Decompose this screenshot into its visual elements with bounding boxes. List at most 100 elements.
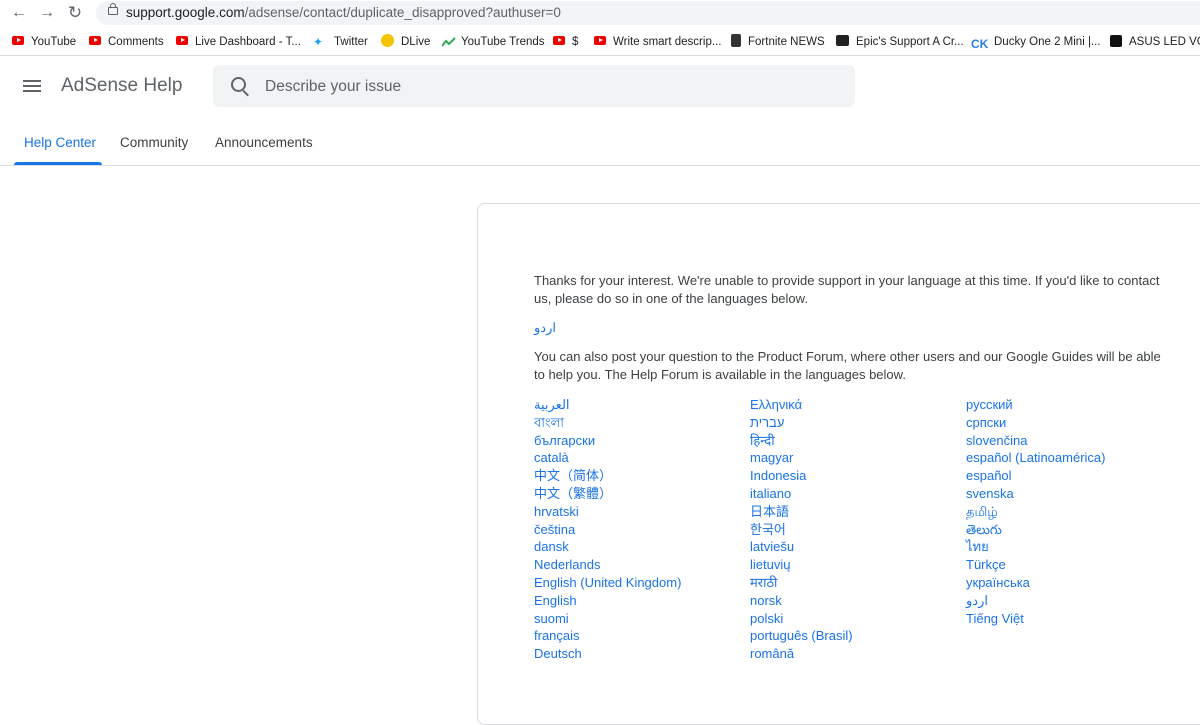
bookmark-item[interactable]: Fortnite NEWS xyxy=(731,34,825,50)
ducky-icon: CK xyxy=(971,37,989,52)
forward-arrow-icon[interactable]: → xyxy=(38,4,56,22)
bookmark-item[interactable]: YouTube Trends xyxy=(441,34,545,50)
url-field[interactable]: support.google.com/adsense/contact/dupli… xyxy=(96,1,1200,25)
language-link[interactable]: français xyxy=(534,627,681,645)
lock-icon xyxy=(108,3,118,15)
bookmark-item[interactable]: ASUS LED VG2 xyxy=(1110,34,1200,50)
active-tab-indicator xyxy=(14,162,102,165)
language-link[interactable]: हिन्दी xyxy=(750,432,853,450)
language-link[interactable]: 中文（繁體） xyxy=(534,485,681,503)
language-link[interactable]: português (Brasil) xyxy=(750,627,853,645)
bookmark-label: Live Dashboard - T... xyxy=(195,36,301,48)
language-link[interactable]: Türkçe xyxy=(966,556,1105,574)
language-link[interactable]: Deutsch xyxy=(534,645,681,663)
tab-community[interactable]: Community xyxy=(120,135,188,150)
language-link[interactable]: italiano xyxy=(750,485,853,503)
menu-icon[interactable] xyxy=(23,80,41,92)
bookmark-item[interactable]: ✦ Twitter xyxy=(313,34,368,50)
language-link[interactable]: עברית xyxy=(750,414,853,432)
youtube-icon xyxy=(176,36,188,46)
language-link[interactable]: Nederlands xyxy=(534,556,681,574)
language-link[interactable]: ไทย xyxy=(966,538,1105,556)
language-link[interactable]: español xyxy=(966,467,1105,485)
language-link[interactable]: català xyxy=(534,449,681,467)
app-header: AdSense Help xyxy=(0,56,1200,116)
bookmark-label: Twitter xyxy=(334,36,368,48)
back-arrow-icon[interactable]: ← xyxy=(10,4,28,22)
bookmark-label: ASUS LED VG2 xyxy=(1129,36,1200,48)
language-link[interactable]: polski xyxy=(750,610,853,628)
language-link[interactable]: 中文（简体） xyxy=(534,467,681,485)
tab-bar: Help Center Community Announcements xyxy=(0,116,1200,166)
language-link[interactable]: Ελληνικά xyxy=(750,396,853,414)
bookmark-item[interactable]: YouTube xyxy=(12,34,76,50)
tab-announcements[interactable]: Announcements xyxy=(215,135,313,150)
url-domain: support.google.com xyxy=(126,5,245,20)
language-link[interactable]: தமிழ் xyxy=(966,503,1105,521)
twitter-icon: ✦ xyxy=(313,34,324,49)
language-link[interactable]: Indonesia xyxy=(750,467,853,485)
language-link[interactable]: 한국어 xyxy=(750,521,853,539)
bookmark-item[interactable]: DLive xyxy=(381,34,430,50)
language-link[interactable]: norsk xyxy=(750,592,853,610)
reload-icon[interactable]: ↻ xyxy=(66,4,84,22)
language-link[interactable]: English (United Kingdom) xyxy=(534,574,681,592)
bookmark-label: $ xyxy=(572,36,579,48)
language-link[interactable]: বাংলা xyxy=(534,414,681,432)
language-link[interactable]: suomi xyxy=(534,610,681,628)
bookmark-item[interactable]: Epic's Support A Cr... xyxy=(836,34,964,50)
bookmark-label: DLive xyxy=(401,36,431,48)
browser-address-bar: ← → ↻ support.google.com/adsense/contact… xyxy=(0,0,1200,26)
search-input[interactable] xyxy=(263,65,827,109)
dlive-icon xyxy=(381,34,394,48)
forum-message: You can also post your question to the P… xyxy=(534,349,1161,382)
youtube-icon xyxy=(89,36,101,46)
youtube-icon xyxy=(553,36,565,46)
language-link[interactable]: български xyxy=(534,432,681,450)
search-icon[interactable] xyxy=(231,77,246,92)
epic-icon xyxy=(836,35,849,47)
url-text: support.google.com/adsense/contact/dupli… xyxy=(126,5,561,20)
language-link[interactable]: español (Latinoamérica) xyxy=(966,449,1105,467)
bookmark-item[interactable]: Live Dashboard - T... xyxy=(176,34,301,50)
bookmark-label: Comments xyxy=(108,36,164,48)
language-link[interactable]: српски xyxy=(966,414,1105,432)
youtube-icon xyxy=(12,36,24,46)
app-title[interactable]: AdSense Help xyxy=(61,75,182,97)
language-link[interactable]: dansk xyxy=(534,538,681,556)
bookmark-item[interactable]: $ xyxy=(553,34,578,50)
youtube-icon xyxy=(594,36,606,46)
bookmark-label: YouTube xyxy=(31,36,77,48)
url-path: /adsense/contact/duplicate_disapproved?a… xyxy=(244,5,561,20)
language-link[interactable]: English xyxy=(534,592,681,610)
language-link[interactable]: slovenčina xyxy=(966,432,1105,450)
unsupported-language-message: Thanks for your interest. We're unable t… xyxy=(534,273,1160,306)
asus-icon xyxy=(1110,34,1122,47)
language-link[interactable]: русский xyxy=(966,396,1105,414)
bookmark-item[interactable]: Comments xyxy=(89,34,164,50)
language-link[interactable]: 日本語 xyxy=(750,503,853,521)
bookmarks-bar: YouTube Comments Live Dashboard - T... ✦… xyxy=(0,28,1200,56)
language-link[interactable]: magyar xyxy=(750,449,853,467)
language-link[interactable]: Tiếng Việt xyxy=(966,610,1105,628)
language-link[interactable]: čeština xyxy=(534,521,681,539)
language-link[interactable]: lietuvių xyxy=(750,556,853,574)
search-bar[interactable] xyxy=(213,65,855,109)
fortnite-icon xyxy=(731,34,741,48)
language-link[interactable]: العربية xyxy=(534,396,681,414)
tab-help-center[interactable]: Help Center xyxy=(24,135,96,150)
language-link[interactable]: मराठी xyxy=(750,574,853,592)
language-link[interactable]: українська xyxy=(966,574,1105,592)
bookmark-item[interactable]: Write smart descrip... xyxy=(594,34,721,50)
bookmark-item[interactable]: CK Ducky One 2 Mini |... xyxy=(971,34,1101,52)
language-link[interactable]: latviešu xyxy=(750,538,853,556)
language-link[interactable]: română xyxy=(750,645,853,663)
language-link[interactable]: اردو xyxy=(966,592,1105,610)
language-link[interactable]: hrvatski xyxy=(534,503,681,521)
language-link[interactable]: తెలుగు xyxy=(966,521,1105,539)
bookmark-label: Epic's Support A Cr... xyxy=(856,36,964,48)
language-column-3: русский српски slovenčina español (Latin… xyxy=(966,396,1105,627)
language-column-1: العربية বাংলা български català 中文（简体） 中文… xyxy=(534,396,681,663)
contact-language-link[interactable]: اردو xyxy=(534,320,556,336)
language-link[interactable]: svenska xyxy=(966,485,1105,503)
